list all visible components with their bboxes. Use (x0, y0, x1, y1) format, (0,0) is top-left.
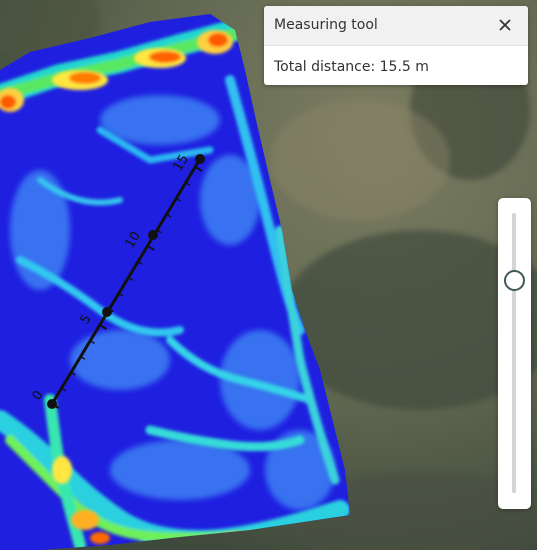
measure-vertex-2[interactable] (102, 307, 112, 317)
total-distance-text: Total distance: 15.5 m (274, 59, 429, 75)
measuring-tool-title: Measuring tool (274, 17, 378, 33)
measure-vertex-3[interactable] (148, 230, 158, 240)
close-button[interactable] (492, 12, 518, 38)
slider-thumb[interactable] (504, 269, 525, 291)
measuring-tool-panel: Measuring tool Total distance: 15.5 m (264, 6, 528, 85)
measure-vertex-start[interactable] (47, 399, 57, 409)
close-icon (499, 19, 511, 31)
slider-track[interactable] (512, 213, 516, 493)
opacity-slider[interactable] (498, 198, 531, 509)
measure-vertex-end[interactable] (195, 154, 205, 164)
measuring-tool-header: Measuring tool (264, 6, 528, 46)
